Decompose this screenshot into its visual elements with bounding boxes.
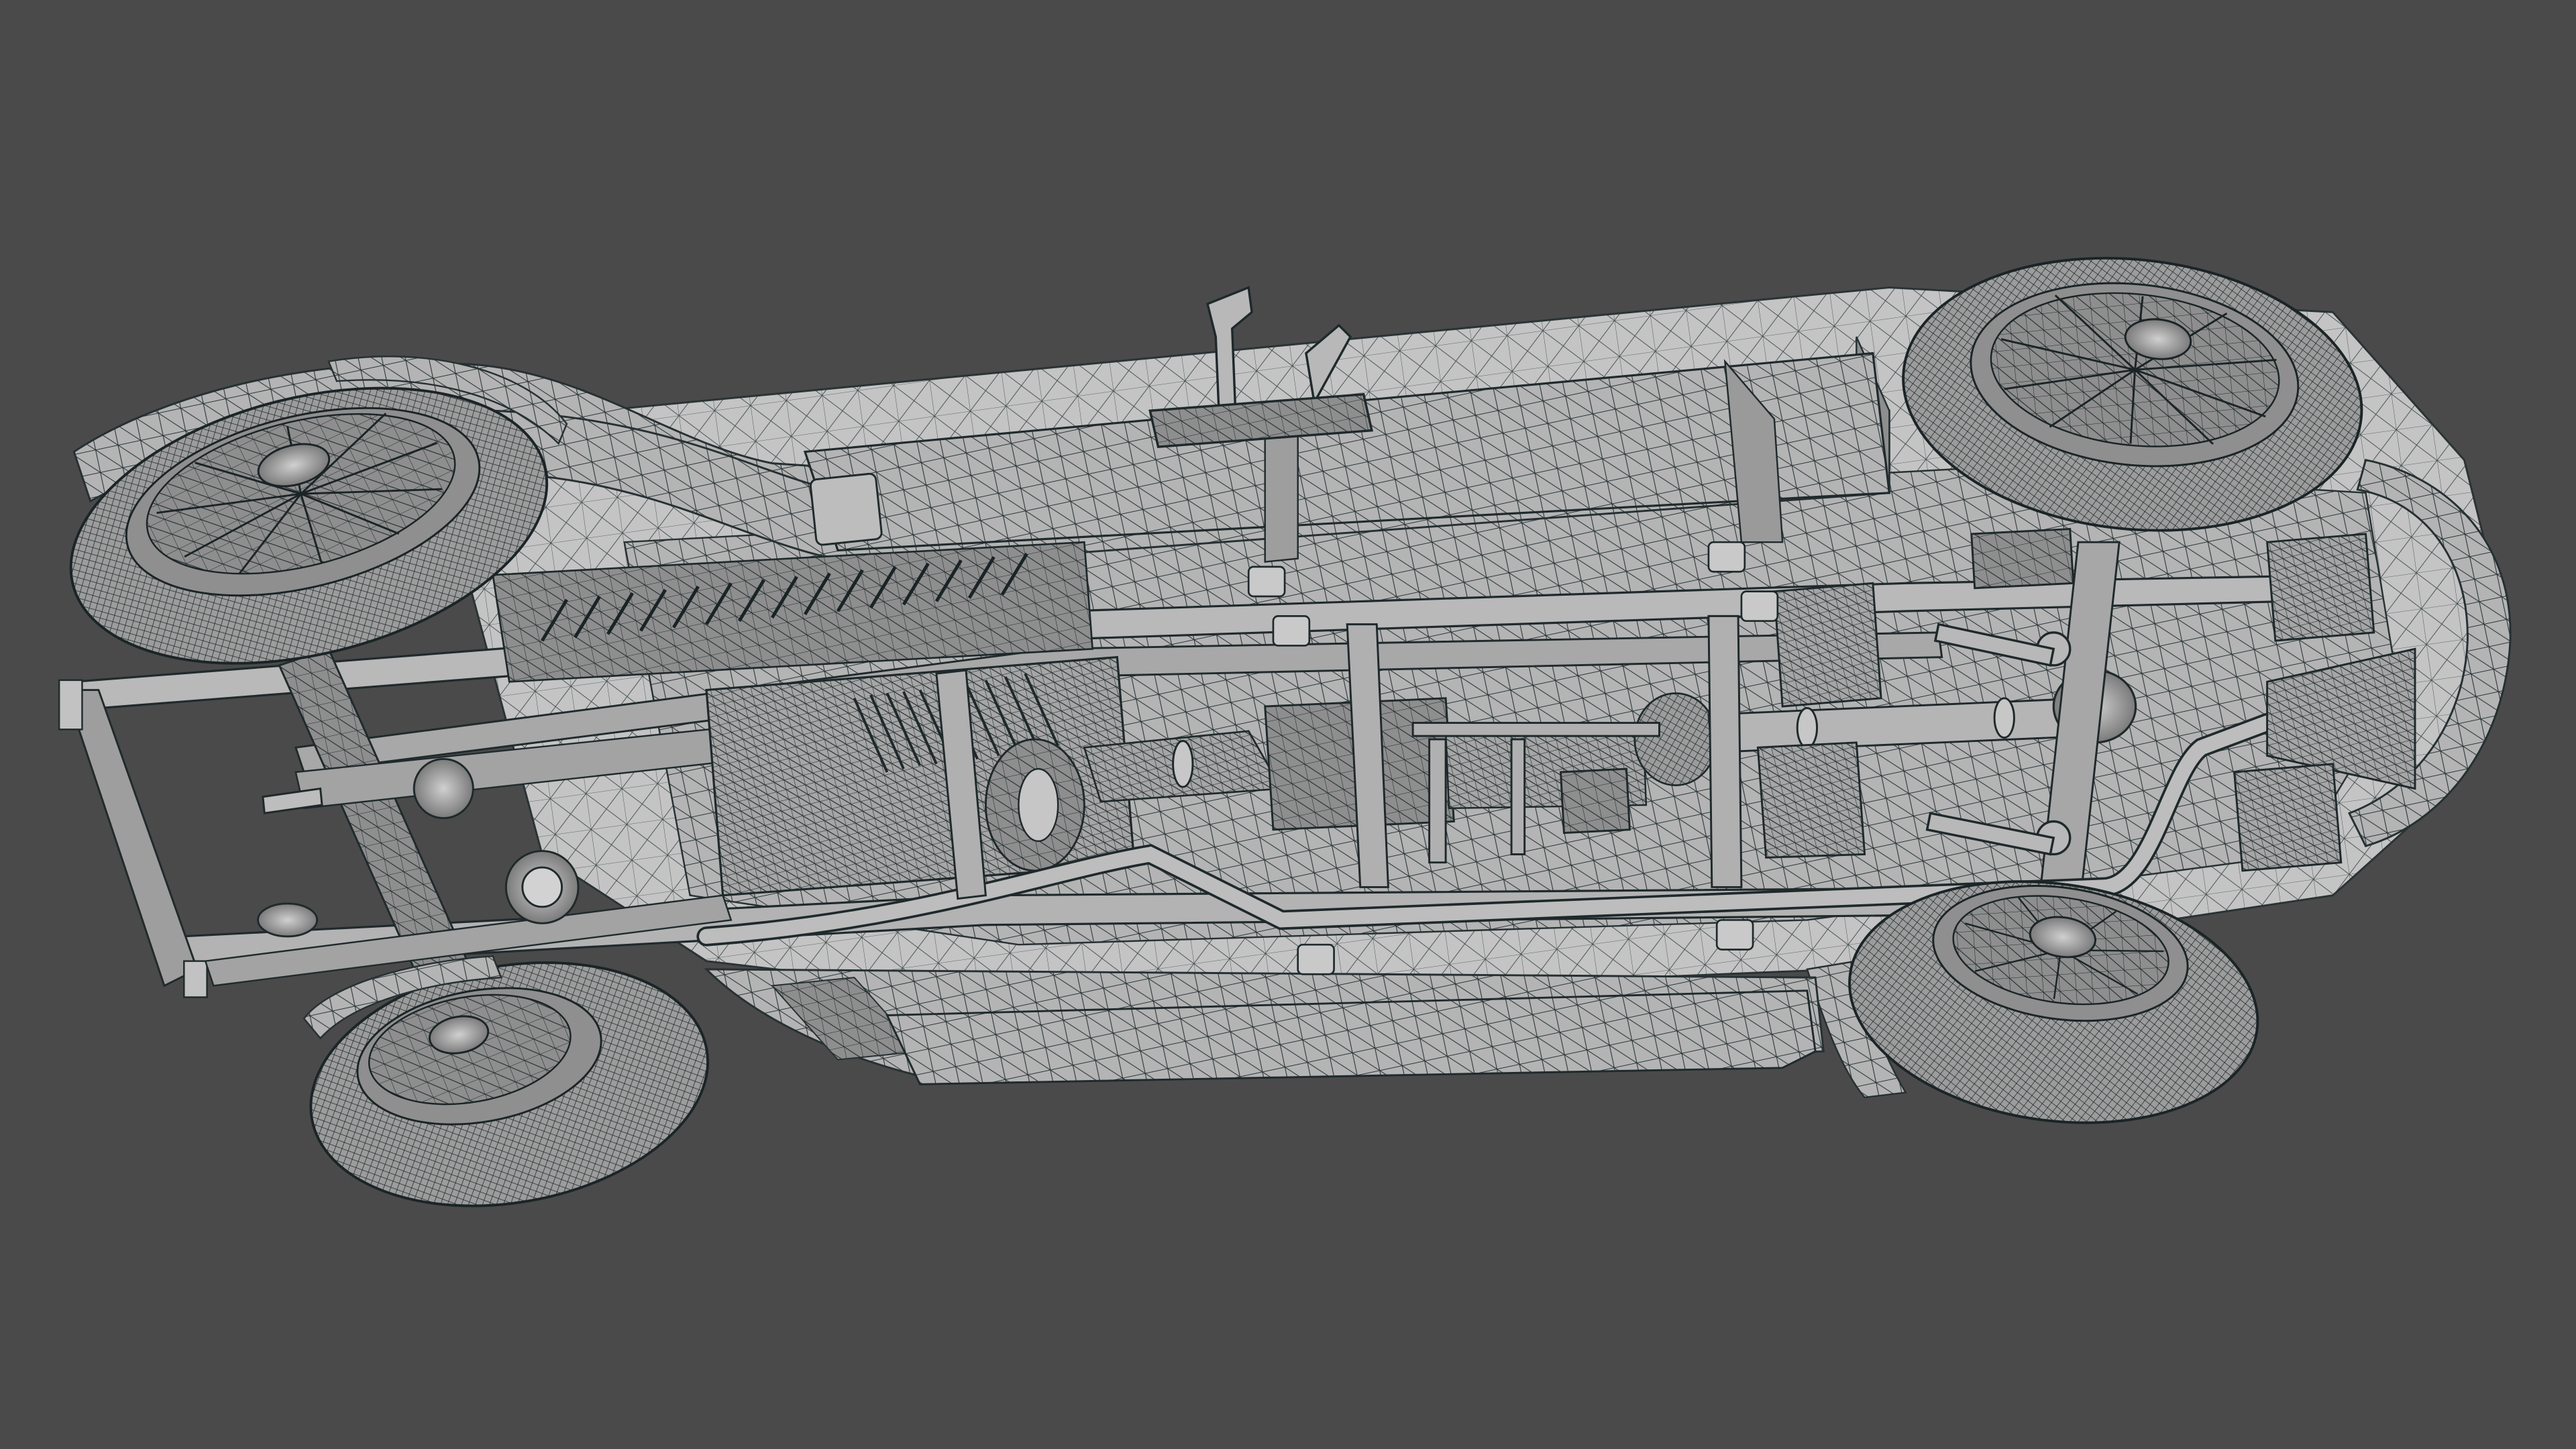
wireframe-car-model[interactable]: [0, 0, 2576, 1449]
engine-block: [705, 655, 1135, 897]
3d-viewport[interactable]: [0, 0, 2576, 1449]
wheel-front-bottom: [309, 961, 709, 1208]
